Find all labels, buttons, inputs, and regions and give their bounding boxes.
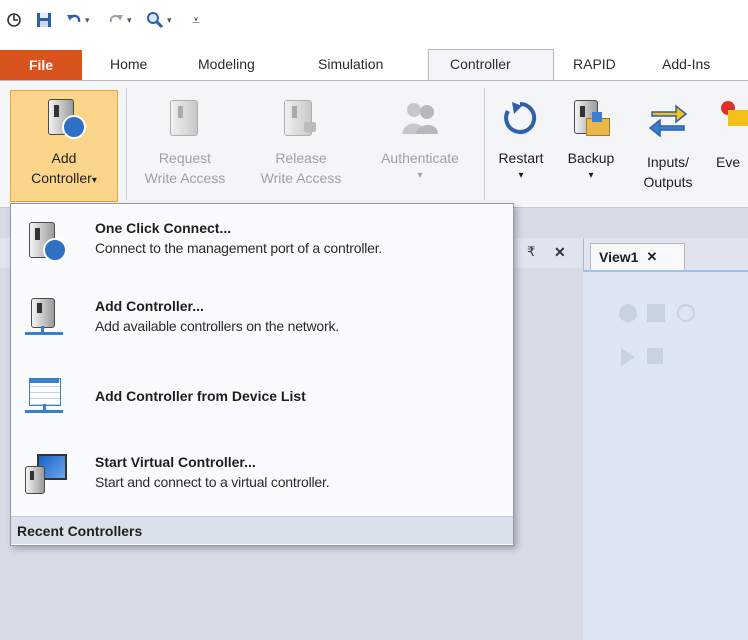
release-label-1: Release (275, 150, 327, 166)
tab-file[interactable]: File (0, 50, 82, 80)
chevron-down-icon: ▾ (91, 175, 97, 186)
undo-dropdown-icon[interactable]: ▾ (85, 15, 90, 26)
inputs-label-1: Inputs/ (646, 154, 690, 170)
tab-modeling[interactable]: Modeling (198, 56, 255, 72)
play-icon (621, 348, 635, 366)
virtual-controller-icon (25, 454, 67, 494)
tab-add-ins[interactable]: Add-Ins (662, 56, 710, 72)
add-controller-button[interactable]: Add Controller▾ (10, 90, 118, 202)
view-tool-icon (677, 304, 695, 322)
app-icon[interactable] (6, 10, 22, 30)
menu-item-title: One Click Connect... (95, 220, 232, 236)
undo-button[interactable]: ▾ (66, 10, 90, 30)
users-icon (400, 98, 440, 138)
view-tab-label: View1 (599, 249, 639, 265)
backup-icon (570, 98, 610, 138)
tab-rapid[interactable]: RAPID (573, 56, 616, 72)
tab-view1[interactable]: View1 ✕ (590, 243, 685, 270)
chevron-down-icon: ▾ (417, 170, 423, 181)
pane-pin-icon[interactable]: ₹ (527, 244, 535, 260)
menu-item-description: Start and connect to a virtual controlle… (95, 474, 330, 490)
menu-item-title: Add Controller... (95, 298, 204, 314)
redo-dropdown-icon[interactable]: ▾ (127, 15, 132, 26)
chevron-down-icon: ▾ (518, 170, 524, 181)
find-dropdown-icon[interactable]: ▾ (167, 15, 172, 26)
backup-button[interactable]: Backup ▾ (558, 90, 624, 202)
menu-item-start-virtual-controller[interactable]: Start Virtual Controller... Start and co… (11, 438, 513, 514)
controller-cabinet-icon (44, 97, 86, 139)
tab-controller[interactable]: Controller (450, 56, 511, 72)
ribbon-separator (126, 88, 127, 200)
authenticate-button[interactable]: Authenticate ▾ (364, 90, 476, 202)
swap-arrows-icon (648, 98, 688, 138)
ribbon-separator (484, 88, 485, 200)
event-log-icon (718, 100, 748, 130)
view-canvas (583, 270, 748, 640)
menu-item-add-from-device-list[interactable]: Add Controller from Device List (11, 360, 513, 436)
add-controller-label-2: Controller▾ (31, 170, 97, 186)
authenticate-label: Authenticate (381, 150, 459, 166)
request-write-access-button[interactable]: Request Write Access (134, 90, 236, 202)
stop-icon (647, 348, 663, 364)
controller-lock-icon (280, 98, 320, 138)
device-list-icon (25, 376, 65, 416)
menu-item-title: Start Virtual Controller... (95, 454, 256, 470)
controller-cabinet-icon (164, 98, 204, 138)
redo-button[interactable]: ▾ (108, 10, 132, 30)
restart-icon (500, 98, 540, 138)
find-button[interactable]: ▾ (146, 10, 172, 30)
events-button[interactable]: Eve (712, 90, 748, 202)
quick-access-toolbar: ▾ ▾ ▾ ⩡ (0, 0, 748, 38)
view-tool-icon (619, 304, 637, 322)
inputs-outputs-button[interactable]: Inputs/ Outputs (628, 90, 708, 202)
tab-home[interactable]: Home (110, 56, 147, 72)
menu-item-add-controller[interactable]: Add Controller... Add available controll… (11, 282, 513, 358)
restart-label: Restart (498, 150, 544, 166)
controller-connect-icon (25, 220, 67, 262)
view-tool-icon (647, 304, 665, 322)
menu-item-title: Add Controller from Device List (95, 388, 306, 404)
chevron-down-icon: ▾ (588, 170, 594, 181)
add-controller-label-1: Add (51, 150, 77, 166)
restart-button[interactable]: Restart ▾ (488, 90, 554, 202)
close-icon[interactable]: ✕ (646, 249, 657, 265)
release-label-2: Write Access (260, 170, 342, 186)
inputs-label-2: Outputs (643, 174, 693, 190)
add-controller-menu: One Click Connect... Connect to the mana… (10, 203, 514, 546)
menu-item-one-click-connect[interactable]: One Click Connect... Connect to the mana… (11, 204, 513, 280)
events-label: Eve (716, 154, 741, 170)
customize-toolbar-icon[interactable]: ⩡ (192, 10, 200, 30)
recent-controllers-header: Recent Controllers (11, 516, 513, 544)
menu-item-description: Add available controllers on the network… (95, 318, 339, 334)
save-icon[interactable] (36, 10, 52, 30)
backup-label: Backup (567, 150, 615, 166)
request-label-1: Request (158, 150, 212, 166)
controller-network-icon (25, 298, 65, 338)
pane-close-icon[interactable]: ✕ (554, 244, 566, 261)
request-label-2: Write Access (144, 170, 226, 186)
menu-item-description: Connect to the management port of a cont… (95, 240, 383, 256)
release-write-access-button[interactable]: Release Write Access (246, 90, 356, 202)
tab-simulation[interactable]: Simulation (318, 56, 383, 72)
